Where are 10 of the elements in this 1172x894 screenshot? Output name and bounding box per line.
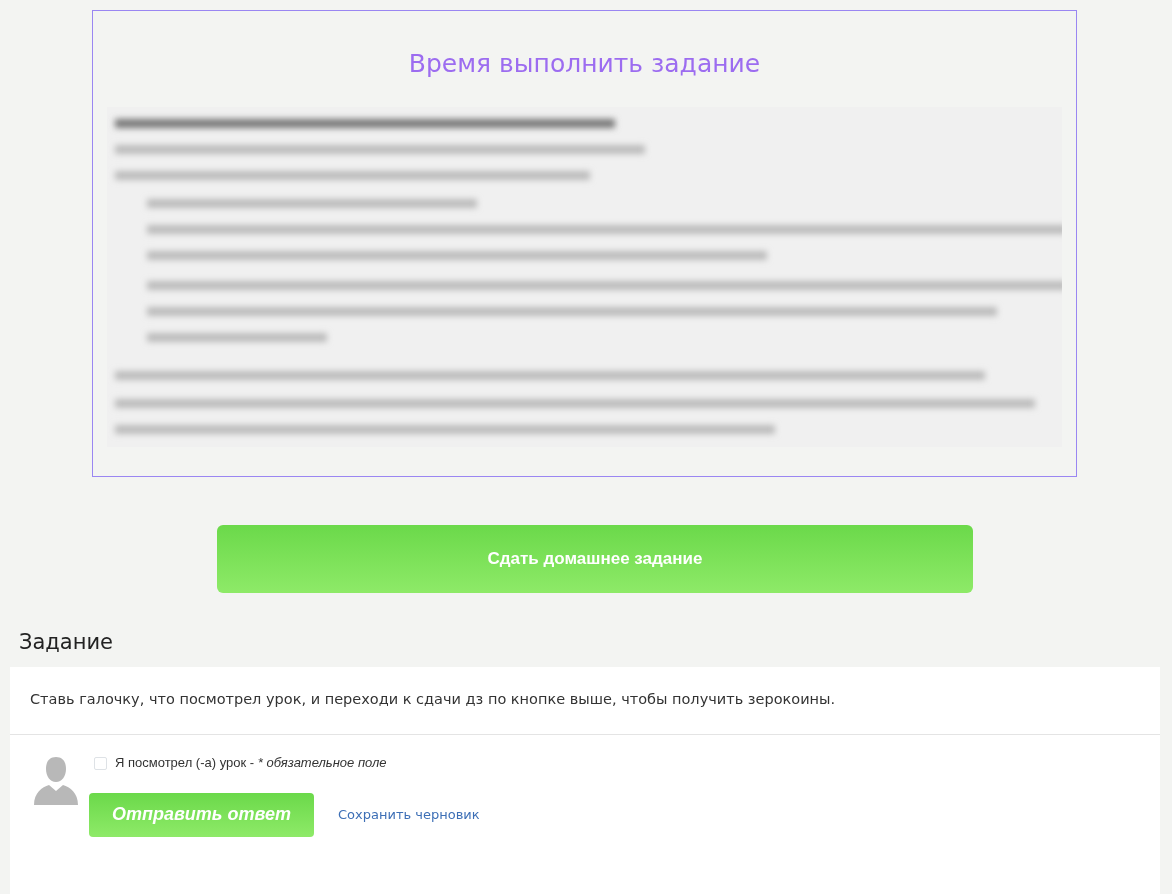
checkbox-label: Я посмотрел (-а) урок - — [115, 755, 255, 771]
instruction-text: Ставь галочку, что посмотрел урок, и переходи к сдачи дз по кнопке выше, чтобы получить зерокоины. — [10, 666, 1160, 736]
required-note: * обязательное поле — [257, 755, 387, 771]
submit-homework-button[interactable]: Сдать домашнее задание — [217, 525, 973, 593]
avatar-icon — [34, 757, 78, 806]
section-heading: Задание — [19, 629, 115, 656]
panel-title: Время выполнить задание — [407, 48, 762, 80]
send-answer-button[interactable]: Отправить ответ — [89, 792, 314, 837]
save-draft-link[interactable]: Сохранить черновик — [338, 805, 480, 825]
watched-checkbox[interactable] — [94, 756, 107, 770]
